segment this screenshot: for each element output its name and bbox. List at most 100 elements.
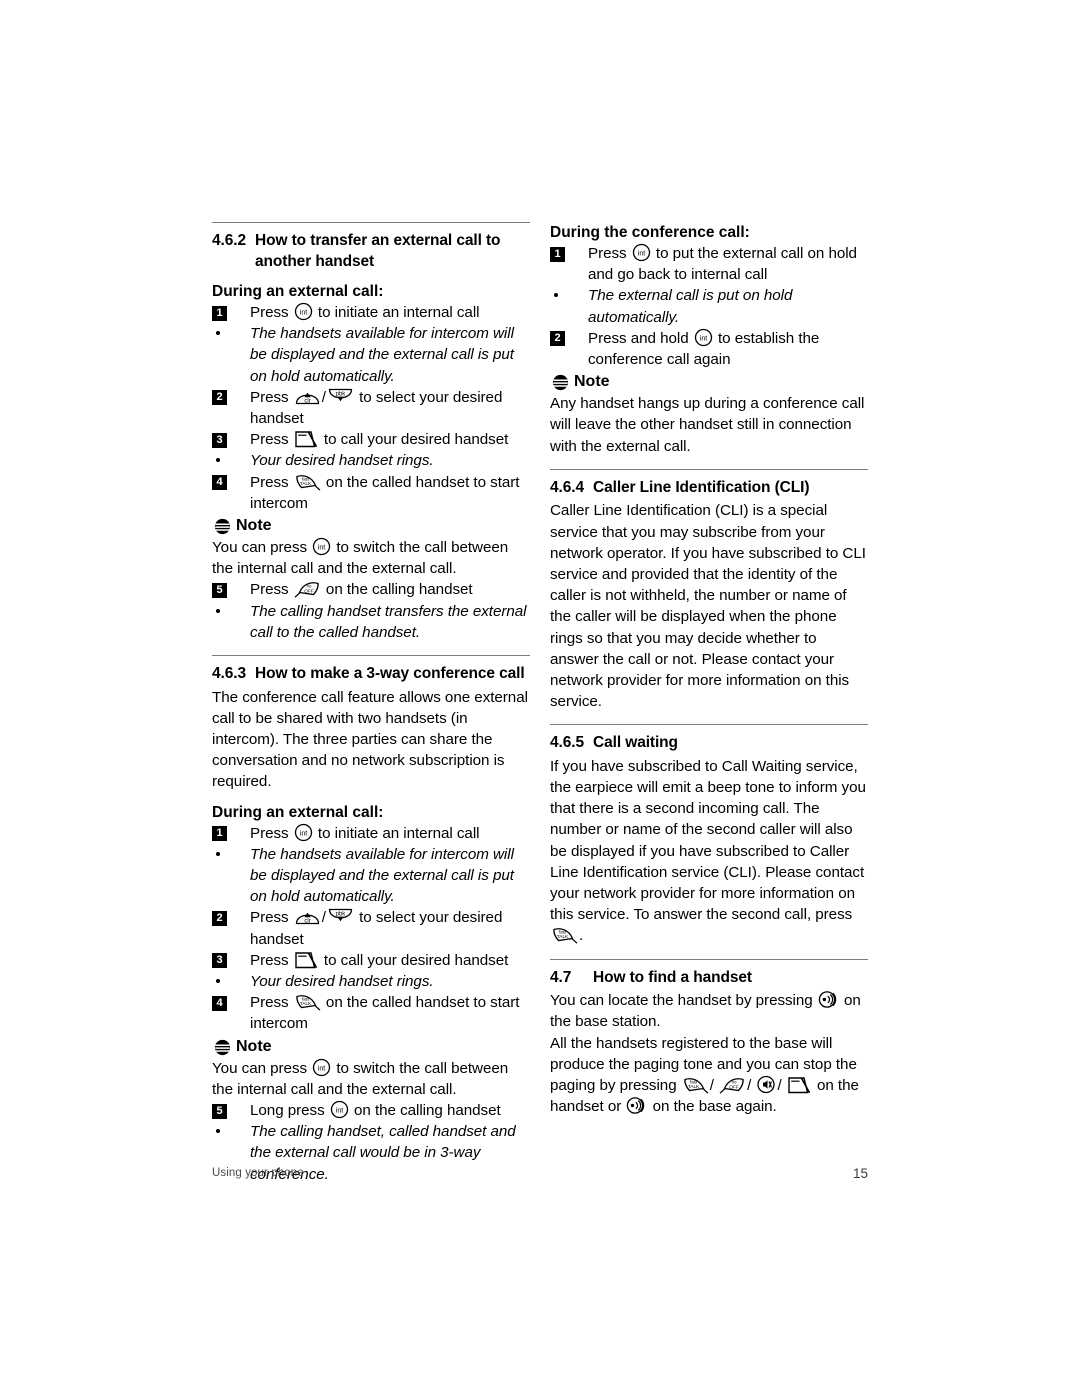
step-list-462-after-note: 5 Press no OFF on the calling handset Th…	[212, 579, 530, 643]
section-title: How to make a 3-way conference call	[255, 665, 525, 683]
svg-text:OFF: OFF	[729, 1084, 739, 1090]
svg-text:TALK: TALK	[557, 935, 569, 941]
bullet-text: The calling handset transfers the extern…	[250, 602, 527, 641]
step-text-before: Press	[250, 581, 289, 599]
svg-text:fast: fast	[302, 476, 310, 481]
step-list-conference: 1 Press int to put the external call on …	[550, 243, 868, 370]
section-title-line2: another handset	[255, 252, 375, 270]
section-465-paragraph-2-after: .	[579, 927, 584, 945]
up-clr-key-icon: clr	[294, 907, 321, 926]
note-heading: Note	[212, 515, 530, 537]
step-text-after: to call your desired handset	[323, 431, 509, 449]
note-icon	[552, 374, 569, 391]
note-label: Note	[236, 1037, 272, 1055]
section-463-paragraph: The conference call feature allows one e…	[212, 688, 528, 791]
svg-text:TALK: TALK	[300, 1001, 312, 1007]
step-text-before: Long press	[250, 1102, 325, 1119]
section-title: Call waiting	[593, 734, 678, 752]
section-title: How to find a handset	[593, 968, 752, 986]
note-text-before: You can press	[212, 1059, 308, 1077]
svg-text:no: no	[306, 584, 311, 589]
talk-key-icon: fast TALK	[294, 473, 321, 491]
list-item: 2 Press clr / pbk to select your desired…	[212, 387, 530, 429]
svg-text:pbk: pbk	[336, 912, 347, 918]
list-item: 4 Press fast TALK on the called handset …	[212, 472, 530, 514]
up-clr-key-icon: clr	[294, 387, 321, 406]
step-text-before: Press	[250, 824, 289, 842]
step-marker: 4	[212, 475, 227, 491]
down-pbk-key-icon: pbk	[327, 387, 354, 406]
list-item: 5 Press no OFF on the calling handset	[212, 579, 530, 600]
footer-page-number: 15	[852, 1166, 868, 1181]
step-marker: 3	[212, 432, 227, 448]
section-heading-464: 4.6.4 Caller Line Identification (CLI)	[550, 478, 868, 499]
bullet-text: The handsets available for intercom will…	[250, 325, 514, 385]
note-heading: Note	[212, 1036, 530, 1058]
svg-text:int: int	[300, 830, 307, 837]
svg-text:int: int	[300, 310, 307, 317]
page-content: 4.6.2 How to transfer an external call to…	[212, 222, 868, 1183]
note-heading: Note	[550, 371, 868, 393]
svg-text:OFF: OFF	[304, 589, 314, 595]
bullet-marker	[216, 458, 220, 463]
svg-text:TALK: TALK	[688, 1084, 700, 1090]
section-title-line1: How to transfer an external call to	[255, 232, 501, 249]
paging-key-icon	[818, 990, 839, 1009]
section-465-paragraph-1: If you have subscribed to Call Waiting s…	[550, 757, 866, 924]
section-heading-462: 4.6.2 How to transfer an external call to…	[212, 231, 530, 272]
section-number: 4.6.4	[550, 478, 584, 496]
list-item: 4 Press fast TALK on the called handset …	[212, 992, 530, 1034]
svg-text:TALK: TALK	[300, 481, 312, 487]
int-key-icon: int	[294, 302, 313, 321]
section-465-paragraph: If you have subscribed to Call Waiting s…	[550, 756, 868, 947]
section-heading-463: 4.6.3 How to make a 3-way conference call	[212, 664, 530, 685]
section-divider	[550, 724, 868, 726]
step-marker: 2	[212, 910, 227, 926]
svg-text:int: int	[638, 251, 645, 258]
section-divider	[212, 222, 530, 223]
list-item: 2 Press and hold int to establish the co…	[550, 328, 868, 370]
step-text-before: Press	[250, 473, 289, 491]
icon-separator: /	[747, 1077, 752, 1094]
off-key-icon: no OFF	[719, 1076, 746, 1094]
section-title: Caller Line Identification (CLI)	[593, 478, 810, 496]
note-body: You can press int to switch the call bet…	[212, 537, 530, 579]
step-marker: 1	[212, 826, 227, 842]
section-divider	[550, 958, 868, 960]
step-text-after: on the calling handset	[325, 581, 473, 599]
step-marker: 5	[212, 582, 227, 598]
list-item: 5 Long press int on the calling handset	[212, 1100, 530, 1121]
svg-text:no: no	[732, 1080, 737, 1085]
page-footer: Using your phone 15	[212, 1166, 868, 1181]
step-text-after: on the calling handset	[354, 1102, 501, 1119]
bullet-marker	[554, 293, 558, 298]
step-list-462: 1 Press int to initiate an internal call…	[212, 302, 530, 514]
icon-separator: /	[709, 1077, 714, 1094]
right-column: During the conference call: 1 Press int …	[550, 222, 868, 1117]
step-marker: 5	[212, 1103, 227, 1119]
step-text-before: Press	[250, 994, 289, 1012]
note-icon	[214, 518, 231, 535]
int-key-icon: int	[632, 243, 651, 262]
bullet-marker	[216, 1129, 220, 1134]
step-text-after: to put the external call on hold and go …	[588, 245, 857, 284]
list-item: 3 Press to call your desired handset	[212, 429, 530, 450]
bullet-text: The handsets available for intercom will…	[250, 845, 514, 906]
svg-text:fast: fast	[690, 1079, 698, 1084]
step-text-after: to call your desired handset	[323, 951, 509, 969]
step-text-before: Press	[250, 431, 289, 449]
section-464-paragraph: Caller Line Identification (CLI) is a sp…	[550, 502, 866, 711]
list-item: The calling handset transfers the extern…	[212, 601, 530, 643]
step-text-after: on the called handset to start intercom	[250, 473, 520, 512]
step-marker: 2	[550, 331, 565, 347]
step-marker: 3	[212, 953, 227, 969]
section-number: 4.7	[550, 968, 572, 986]
section-number: 4.6.2	[212, 232, 246, 249]
svg-text:int: int	[318, 545, 325, 552]
paging-key-icon	[626, 1096, 647, 1115]
icon-separator: /	[777, 1077, 782, 1094]
step-marker: 2	[212, 390, 227, 406]
int-key-icon: int	[294, 823, 313, 842]
step-text-after: to initiate an internal call	[317, 304, 480, 321]
mute-key-icon	[756, 1075, 776, 1094]
